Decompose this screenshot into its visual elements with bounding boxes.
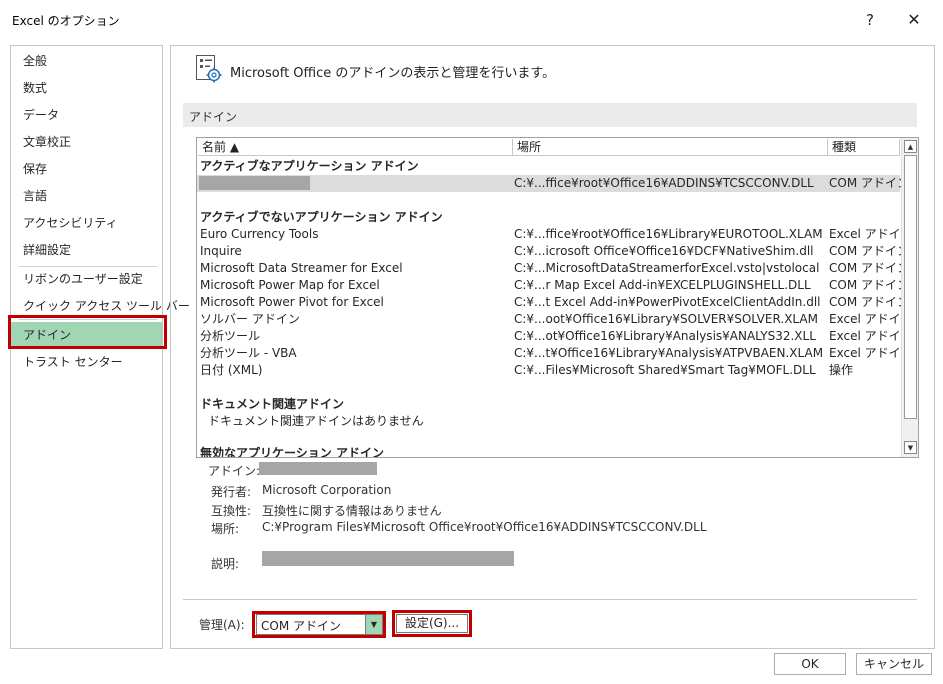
addin-name: Microsoft Power Pivot for Excel: [200, 295, 384, 309]
list-item[interactable]: C:¥...ffice¥root¥Office16¥ADDINS¥TCSCCON…: [197, 175, 909, 192]
addin-name: Euro Currency Tools: [200, 227, 319, 241]
sidebar-item-language[interactable]: 言語: [11, 183, 162, 209]
help-icon[interactable]: ?: [858, 8, 882, 32]
addin-location: C:¥...MicrosoftDataStreamerforExcel.vsto…: [514, 261, 820, 275]
addin-name: ソルバー アドイン: [200, 312, 300, 326]
addin-location: C:¥...ffice¥root¥Office16¥Library¥EUROTO…: [514, 227, 823, 241]
scroll-up-icon[interactable]: ▲: [904, 140, 917, 153]
redacted-name: [199, 176, 310, 190]
ok-button[interactable]: OK: [774, 653, 846, 675]
detail-compat-value: 互換性に関する情報はありません: [262, 504, 442, 518]
page-description: Microsoft Office のアドインの表示と管理を行います。: [230, 66, 556, 81]
document-addins-empty: ドキュメント関連アドインはありません: [208, 414, 424, 428]
column-header-name[interactable]: 名前 ▲: [198, 139, 513, 156]
addin-type: COM アドイン: [829, 278, 909, 292]
addin-name: Microsoft Data Streamer for Excel: [200, 261, 403, 275]
detail-publisher-value: Microsoft Corporation: [262, 483, 392, 497]
addin-type: COM アドイン: [829, 295, 909, 309]
addin-name: 分析ツール: [200, 329, 261, 343]
chevron-down-icon[interactable]: ▼: [365, 615, 382, 634]
addin-location: C:¥...ffice¥root¥Office16¥ADDINS¥TCSCCON…: [514, 176, 814, 190]
scroll-down-icon[interactable]: ▼: [904, 441, 917, 454]
sidebar-item-trust-center[interactable]: トラスト センター: [11, 349, 162, 375]
list-item[interactable]: 日付 (XML) C:¥...Files¥Microsoft Shared¥Sm…: [197, 362, 900, 379]
group-disabled-addins: 無効なアプリケーション アドイン: [200, 446, 384, 458]
addins-highlight-frame: [8, 315, 167, 349]
addin-location: C:¥...Files¥Microsoft Shared¥Smart Tag¥M…: [514, 363, 816, 377]
addin-name: 日付 (XML): [200, 363, 263, 377]
detail-addin-label: アドイン:: [208, 464, 261, 478]
addin-location: C:¥...t Excel Add-in¥PowerPivotExcelClie…: [514, 295, 821, 309]
column-header-location[interactable]: 場所: [513, 139, 828, 156]
close-icon[interactable]: ✕: [900, 8, 928, 32]
detail-publisher-label: 発行者:: [211, 485, 252, 499]
addin-location: C:¥...oot¥Office16¥Library¥SOLVER¥SOLVER…: [514, 312, 818, 326]
footer-divider: [183, 599, 917, 600]
sidebar-item-proofing[interactable]: 文章校正: [11, 129, 162, 155]
redacted-description: [262, 551, 514, 566]
addin-name: Microsoft Power Map for Excel: [200, 278, 380, 292]
manage-label: 管理(A):: [199, 618, 245, 632]
sidebar-item-advanced[interactable]: 詳細設定: [11, 237, 162, 263]
section-header: アドイン: [183, 103, 917, 127]
addin-type: COM アドイン: [829, 244, 909, 258]
addin-location: C:¥...t¥Office16¥Library¥Analysis¥ATPVBA…: [514, 346, 824, 360]
window-title: Excel のオプション: [12, 14, 120, 28]
manage-dropdown-value: COM アドイン: [261, 619, 341, 633]
addin-location: C:¥...icrosoft Office¥Office16¥DCF¥Nativ…: [514, 244, 814, 258]
sidebar-item-general[interactable]: 全般: [11, 48, 162, 74]
list-scrollbar[interactable]: ▲ ▼: [901, 138, 918, 457]
sidebar-item-accessibility[interactable]: アクセシビリティ: [11, 210, 162, 236]
addin-list[interactable]: 名前 ▲ 場所 種類 アクティブなアプリケーション アドイン C:¥...ffi…: [196, 137, 919, 458]
list-item[interactable]: Microsoft Data Streamer for Excel C:¥...…: [197, 260, 909, 277]
sidebar-item-customize-ribbon[interactable]: リボンのユーザー設定: [11, 266, 162, 292]
list-item[interactable]: 分析ツール - VBA C:¥...t¥Office16¥Library¥Ana…: [197, 345, 913, 362]
addin-gear-icon: [195, 54, 223, 84]
addin-type: COM アドイン: [829, 261, 909, 275]
section-title: アドイン: [189, 110, 238, 124]
sidebar-item-data[interactable]: データ: [11, 102, 162, 128]
group-active-addins: アクティブなアプリケーション アドイン: [200, 159, 419, 173]
column-header-type[interactable]: 種類: [828, 139, 900, 156]
addin-type: COM アドイン: [829, 176, 909, 190]
addin-type: 操作: [829, 363, 854, 377]
group-inactive-addins: アクティブでないアプリケーション アドイン: [200, 210, 443, 224]
detail-description-label: 説明:: [211, 557, 240, 571]
list-item[interactable]: ソルバー アドイン C:¥...oot¥Office16¥Library¥SOL…: [197, 311, 913, 328]
settings-button[interactable]: 設定(G)...: [396, 614, 468, 633]
cancel-button[interactable]: キャンセル: [856, 653, 932, 675]
addin-location: C:¥...r Map Excel Add-in¥EXCELPLUGINSHEL…: [514, 278, 811, 292]
list-item[interactable]: Euro Currency Tools C:¥...ffice¥root¥Off…: [197, 226, 913, 243]
addin-location: C:¥...ot¥Office16¥Library¥Analysis¥ANALY…: [514, 329, 816, 343]
detail-compat-label: 互換性:: [211, 504, 252, 518]
list-item[interactable]: 分析ツール C:¥...ot¥Office16¥Library¥Analysis…: [197, 328, 913, 345]
redacted-addin-name: [259, 462, 377, 475]
list-item[interactable]: Microsoft Power Map for Excel C:¥...r Ma…: [197, 277, 909, 294]
manage-dropdown[interactable]: COM アドイン ▼: [256, 614, 383, 635]
sidebar-item-save[interactable]: 保存: [11, 156, 162, 182]
addin-name: Inquire: [200, 244, 242, 258]
detail-location-value: C:¥Program Files¥Microsoft Office¥root¥O…: [262, 520, 707, 534]
addin-name: 分析ツール - VBA: [200, 346, 297, 360]
group-document-addins: ドキュメント関連アドイン: [200, 397, 345, 411]
list-item[interactable]: Inquire C:¥...icrosoft Office¥Office16¥D…: [197, 243, 909, 260]
list-item[interactable]: Microsoft Power Pivot for Excel C:¥...t …: [197, 294, 909, 311]
detail-location-label: 場所:: [211, 522, 240, 536]
sidebar-item-formulas[interactable]: 数式: [11, 75, 162, 101]
scrollbar-thumb[interactable]: [904, 155, 917, 419]
